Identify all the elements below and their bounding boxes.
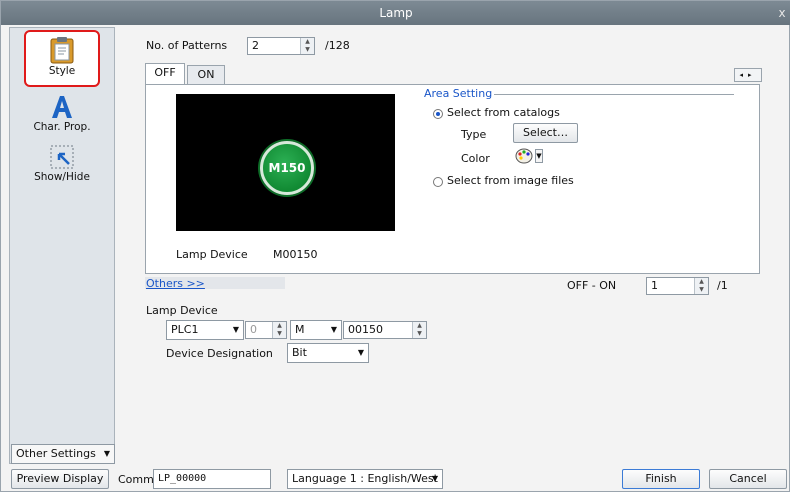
- type-label: Type: [461, 128, 487, 141]
- catalog-option-label: Select from catalogs: [447, 106, 560, 119]
- chevron-down-icon: ▼: [357, 348, 364, 357]
- preview-display-button[interactable]: Preview Display: [11, 469, 109, 489]
- off-on-max: /1: [717, 279, 728, 292]
- cancel-button[interactable]: Cancel: [709, 469, 787, 489]
- tab-scroll-arrows[interactable]: ◂▸: [734, 68, 762, 82]
- patterns-max: /128: [325, 39, 350, 52]
- chevron-down-icon: ▼: [330, 325, 337, 334]
- image-option-label: Select from image files: [447, 174, 574, 187]
- other-settings-button[interactable]: Other Settings ▼: [11, 444, 115, 464]
- spin-arrows-icon[interactable]: ▲ ▼: [272, 322, 286, 338]
- chevron-down-icon: ▼: [535, 149, 543, 163]
- palette-icon: [515, 147, 533, 165]
- sidebar-item-label: Char. Prop.: [33, 121, 91, 133]
- address-field[interactable]: 00150 ▲ ▼: [343, 321, 427, 339]
- radio-select-image[interactable]: [433, 177, 443, 187]
- chevron-down-icon: ▼: [431, 474, 438, 483]
- designation-label: Device Designation: [166, 347, 273, 360]
- lamp-indicator: M150: [260, 141, 314, 195]
- comm-label: Comm: [118, 473, 154, 486]
- sidebar-item-style[interactable]: Style: [24, 30, 100, 87]
- device-type-value: M: [295, 323, 305, 336]
- station-stepper[interactable]: 0 ▲ ▼: [245, 321, 287, 339]
- spin-arrows-icon[interactable]: ▲ ▼: [412, 322, 426, 338]
- chevron-down-icon: ▼: [103, 449, 110, 458]
- sidebar-item-label: Style: [48, 65, 76, 77]
- language-select[interactable]: Language 1 : English/West ▼: [287, 469, 443, 489]
- preview-device-label: Lamp Device: [176, 248, 248, 261]
- patterns-value: 2: [252, 39, 259, 52]
- color-picker[interactable]: ▼: [515, 147, 543, 165]
- area-setting-title: Area Setting: [424, 87, 493, 100]
- finish-button[interactable]: Finish: [622, 469, 700, 489]
- pattern-panel: M150 Lamp Device M00150 Area Setting Sel…: [145, 84, 760, 274]
- sidebar-item-char-prop[interactable]: Char. Prop.: [24, 92, 100, 142]
- off-on-value: 1: [651, 279, 658, 292]
- spin-arrows-icon[interactable]: ▲ ▼: [300, 38, 314, 54]
- clipboard-icon: [49, 36, 75, 64]
- plc-value: PLC1: [171, 323, 199, 336]
- comm-value: LP_00000: [158, 473, 207, 484]
- address-value: 00150: [348, 323, 383, 336]
- patterns-label: No. of Patterns: [146, 39, 228, 52]
- title-bar: Lamp x: [1, 1, 790, 25]
- sidebar-item-label: Show/Hide: [34, 171, 90, 183]
- designation-select[interactable]: Bit ▼: [287, 343, 369, 363]
- other-settings-label: Other Settings: [16, 447, 96, 460]
- color-label: Color: [461, 152, 490, 165]
- cursor-select-icon: [49, 144, 75, 170]
- lamp-preview: M150: [176, 94, 395, 231]
- language-value: Language 1 : English/West: [292, 472, 438, 485]
- sidebar-item-show-hide[interactable]: Show/Hide: [24, 142, 100, 192]
- designation-value: Bit: [292, 346, 307, 359]
- lamp-dialog: Lamp x Style Char. Prop. Show/Hide Other…: [0, 0, 790, 492]
- plc-select[interactable]: PLC1 ▼: [166, 320, 244, 340]
- device-type-select[interactable]: M ▼: [290, 320, 342, 340]
- station-value: 0: [250, 323, 257, 336]
- tab-off[interactable]: OFF: [145, 63, 185, 84]
- radio-select-catalog[interactable]: [433, 109, 443, 119]
- window-title: Lamp: [379, 6, 413, 20]
- others-link[interactable]: Others >>: [146, 277, 205, 290]
- letter-a-icon: [49, 94, 75, 120]
- patterns-stepper[interactable]: 2 ▲ ▼: [247, 37, 315, 55]
- off-on-label: OFF - ON: [567, 279, 617, 292]
- spin-arrows-icon[interactable]: ▲ ▼: [694, 278, 708, 294]
- comm-field[interactable]: LP_00000: [153, 469, 271, 489]
- tab-on[interactable]: ON: [187, 65, 225, 84]
- divider: [494, 94, 734, 95]
- preview-device-value: M00150: [273, 248, 318, 261]
- off-on-stepper[interactable]: 1 ▲ ▼: [646, 277, 709, 295]
- lamp-device-label: Lamp Device: [146, 304, 218, 317]
- select-type-button[interactable]: Select…: [513, 123, 578, 143]
- sidebar: Style Char. Prop. Show/Hide: [9, 27, 115, 464]
- close-icon[interactable]: x: [775, 1, 789, 25]
- chevron-down-icon: ▼: [232, 325, 239, 334]
